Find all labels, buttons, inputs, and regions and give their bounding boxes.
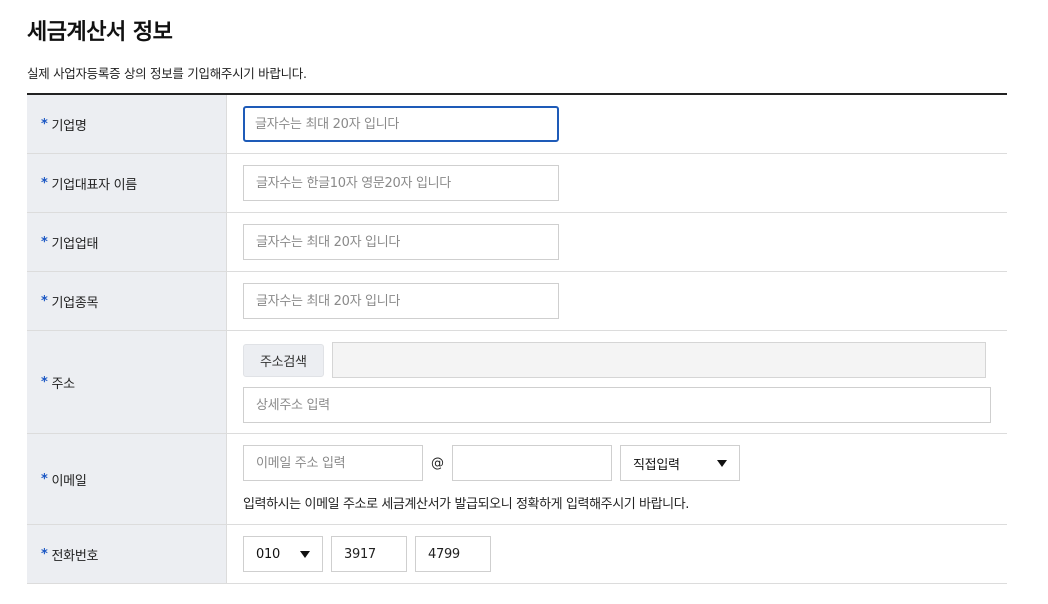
label-text: 이메일 xyxy=(51,473,87,489)
email-local-input[interactable] xyxy=(243,445,423,481)
cell-phone: 010 xyxy=(227,525,1007,583)
at-sign: @ xyxy=(431,455,444,471)
required-mark: * xyxy=(41,293,48,309)
label-address: * 주소 xyxy=(27,331,227,433)
email-domain-select[interactable]: 직접입력 xyxy=(620,445,740,481)
label-phone: * 전화번호 xyxy=(27,525,227,583)
email-note: 입력하시는 이메일 주소로 세금계산서가 발급되오니 정확하게 입력해주시기 바… xyxy=(243,497,690,512)
required-mark: * xyxy=(41,175,48,191)
cell-business-type xyxy=(227,213,1007,271)
label-business-type: * 기업업태 xyxy=(27,213,227,271)
phone-last-input[interactable] xyxy=(415,536,491,572)
ceo-name-input[interactable] xyxy=(243,165,559,201)
label-text: 전화번호 xyxy=(51,548,99,564)
phone-prefix-select[interactable]: 010 xyxy=(243,536,323,572)
business-category-input[interactable] xyxy=(243,283,559,319)
cell-business-category xyxy=(227,272,1007,330)
cell-email: @ 직접입력 입력하시는 이메일 주소로 세금계산서가 발급되오니 정확하게 입… xyxy=(227,434,1007,524)
company-name-input[interactable] xyxy=(243,106,559,142)
required-mark: * xyxy=(41,471,48,487)
label-email: * 이메일 xyxy=(27,434,227,524)
cell-ceo-name xyxy=(227,154,1007,212)
page-title: 세금계산서 정보 xyxy=(27,20,173,45)
row-address: * 주소 주소검색 xyxy=(27,331,1007,434)
phone-middle-input[interactable] xyxy=(331,536,407,572)
row-ceo-name: * 기업대표자 이름 xyxy=(27,154,1007,213)
business-type-input[interactable] xyxy=(243,224,559,260)
row-business-category: * 기업종목 xyxy=(27,272,1007,331)
required-mark: * xyxy=(41,116,48,132)
label-text: 기업대표자 이름 xyxy=(51,177,138,193)
row-company-name: * 기업명 xyxy=(27,95,1007,154)
label-text: 기업명 xyxy=(51,118,87,134)
caret-down-icon xyxy=(717,459,727,467)
required-mark: * xyxy=(41,374,48,390)
address-search-button[interactable]: 주소검색 xyxy=(243,343,324,377)
label-company-name: * 기업명 xyxy=(27,95,227,153)
required-mark: * xyxy=(41,546,48,562)
cell-company-name xyxy=(227,95,1007,153)
cell-address: 주소검색 xyxy=(227,331,1007,433)
label-text: 기업업태 xyxy=(51,236,99,252)
label-business-category: * 기업종목 xyxy=(27,272,227,330)
label-ceo-name: * 기업대표자 이름 xyxy=(27,154,227,212)
row-email: *이메일 @ 직접입력 입력하시는 이메일 주소로 세금계산서가 발급되오니 정… xyxy=(27,434,1007,525)
label-text: 기업종목 xyxy=(51,295,99,311)
address-detail-input[interactable] xyxy=(243,387,991,423)
select-value: 010 xyxy=(256,546,280,562)
caret-down-icon xyxy=(300,550,310,558)
page-description: 실제 사업자등록증 상의 정보를 기입해주시기 바랍니다. xyxy=(27,66,307,81)
required-mark: * xyxy=(41,234,48,250)
email-domain-input[interactable] xyxy=(452,445,612,481)
address-display-field xyxy=(331,342,986,378)
label-text: 주소 xyxy=(51,376,76,392)
tax-invoice-form: *기업명 *기업대표자 이름 *기업업태 *기업종목 *주소 주소검색 xyxy=(27,93,1007,584)
row-business-type: * 기업업태 xyxy=(27,213,1007,272)
select-value: 직접입력 xyxy=(633,457,680,473)
row-phone: * 전화번호 010 xyxy=(27,525,1007,584)
